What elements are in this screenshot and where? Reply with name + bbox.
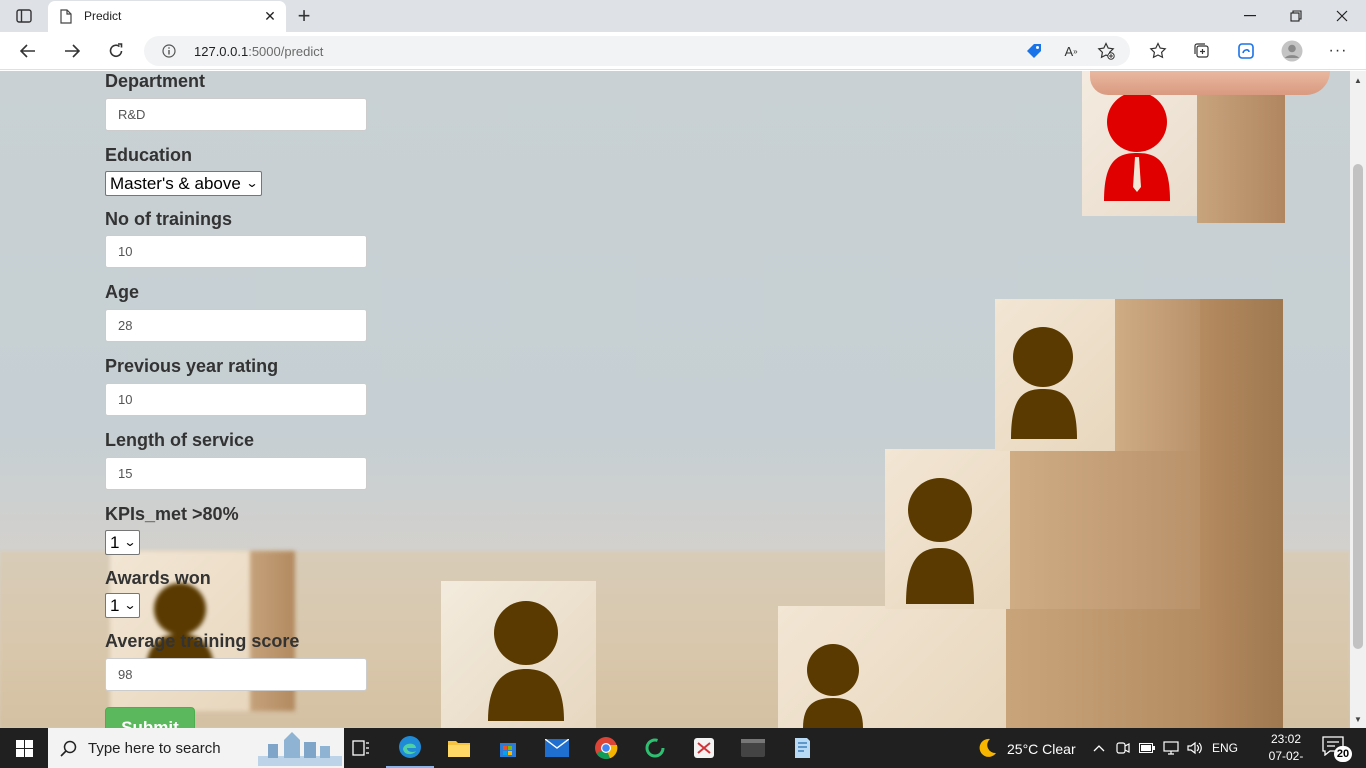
clock[interactable]: 23:02 07-02-2023	[1256, 731, 1316, 768]
address-bar[interactable]: 127.0.0.1:5000/predict A»	[144, 36, 1130, 66]
age-label: Age	[105, 282, 140, 302]
education-selected-value: Master's & above	[110, 174, 241, 193]
forward-icon[interactable]	[59, 39, 85, 63]
windows-start-icon[interactable]	[0, 728, 48, 768]
previous-year-rating-label: Previous year rating	[105, 356, 279, 376]
chevron-down-icon: ⌄	[123, 535, 138, 549]
edge-taskbar-icon[interactable]	[386, 728, 434, 768]
person-icon	[1011, 327, 1077, 439]
mail-icon[interactable]	[533, 728, 581, 768]
new-tab-icon[interactable]: +	[292, 3, 316, 28]
snipping-tool-icon[interactable]	[680, 728, 728, 768]
more-options-icon[interactable]: ···	[1326, 40, 1350, 62]
close-window-icon[interactable]	[1324, 4, 1360, 28]
chrome-icon[interactable]	[582, 728, 630, 768]
clock-time: 23:02	[1270, 732, 1302, 746]
edge-extension-icon[interactable]	[1234, 40, 1258, 62]
length-of-service-label: Length of service	[105, 430, 255, 450]
favorites-icon[interactable]	[1146, 40, 1170, 62]
search-icon	[60, 740, 77, 757]
stack-top-row	[995, 299, 1283, 451]
search-highlight-icon	[258, 732, 342, 766]
education-select[interactable]: Master's & above ⌄	[105, 171, 262, 196]
page-viewport: Department R&D Education Master's & abov…	[0, 71, 1350, 728]
search-placeholder: Type here to search	[88, 740, 221, 757]
notification-count-badge: 20	[1334, 746, 1352, 762]
person-icon	[803, 644, 863, 728]
notepad-icon[interactable]	[778, 728, 826, 768]
department-input[interactable]: R&D	[105, 98, 367, 131]
shopping-tag-icon[interactable]	[1024, 42, 1044, 60]
volume-icon[interactable]	[1186, 740, 1204, 756]
no-of-trainings-label: No of trainings	[105, 209, 232, 229]
add-favorite-icon[interactable]	[1096, 42, 1116, 60]
meet-now-icon[interactable]	[1114, 740, 1132, 756]
chevron-down-icon: ⌄	[123, 598, 138, 612]
url-host: 127.0.0.1	[194, 44, 249, 59]
microsoft-store-icon[interactable]	[484, 728, 532, 768]
battery-icon[interactable]	[1138, 740, 1156, 756]
kpis-met-label: KPIs_met >80%	[105, 504, 239, 524]
taskbar-search-box[interactable]: Type here to search	[48, 728, 344, 768]
person-icon	[488, 601, 564, 721]
back-icon[interactable]	[15, 39, 41, 63]
scrollbar-thumb[interactable]	[1353, 164, 1363, 649]
middle-cube	[441, 571, 601, 728]
length-of-service-input[interactable]: 15	[105, 457, 367, 490]
url-text: 127.0.0.1:5000/predict	[194, 44, 323, 59]
clock-date: 07-02-2023	[1268, 749, 1304, 768]
chevron-up-icon[interactable]	[1090, 740, 1108, 756]
department-label: Department	[105, 71, 206, 91]
loading-app-icon[interactable]	[631, 728, 679, 768]
avg-training-score-input[interactable]: 98	[105, 658, 367, 691]
chevron-down-icon: ⌄	[245, 176, 259, 190]
no-of-trainings-input[interactable]: 10	[105, 235, 367, 268]
minimize-icon[interactable]	[1232, 4, 1268, 28]
site-info-icon[interactable]	[162, 44, 176, 58]
page-icon	[60, 9, 72, 24]
browser-tab-bar: Predict ✕ +	[0, 0, 1366, 32]
tab-title: Predict	[84, 9, 122, 23]
page-scrollbar[interactable]: ▲ ▼	[1350, 71, 1366, 728]
awards-won-select[interactable]: 1 ⌄	[105, 593, 140, 618]
education-label: Education	[105, 145, 193, 165]
person-icon	[1104, 92, 1170, 201]
url-path: :5000/predict	[248, 44, 324, 59]
read-aloud-icon[interactable]: A»	[1061, 42, 1081, 60]
weather-text[interactable]: 25°C Clear	[1007, 741, 1076, 757]
task-view-icon[interactable]	[337, 728, 385, 768]
browser-tab-predict[interactable]: Predict ✕	[48, 1, 286, 32]
stack-middle-row	[885, 449, 1283, 609]
avg-training-score-label: Average training score	[105, 631, 300, 651]
profile-avatar-icon[interactable]	[1280, 40, 1304, 62]
network-icon[interactable]	[1162, 740, 1180, 756]
age-input[interactable]: 28	[105, 309, 367, 342]
submit-button[interactable]: Submit	[105, 707, 195, 728]
person-icon	[906, 478, 974, 604]
hand-image	[1090, 71, 1330, 95]
tab-actions-menu-icon[interactable]	[12, 7, 36, 25]
kpis-met-select[interactable]: 1 ⌄	[105, 530, 140, 555]
awards-won-label: Awards won	[105, 568, 211, 588]
kpis-met-selected-value: 1	[110, 533, 120, 552]
file-explorer-icon[interactable]	[435, 728, 483, 768]
previous-year-rating-input[interactable]: 10	[105, 383, 367, 416]
scroll-down-icon[interactable]: ▼	[1350, 712, 1366, 726]
language-indicator[interactable]: ENG	[1212, 741, 1238, 755]
restore-icon[interactable]	[1278, 4, 1314, 28]
browser-toolbar: 127.0.0.1:5000/predict A» ···	[0, 32, 1366, 70]
weather-moon-icon[interactable]	[976, 737, 998, 759]
scroll-up-icon[interactable]: ▲	[1350, 73, 1366, 87]
collections-icon[interactable]	[1190, 40, 1214, 62]
refresh-icon[interactable]	[103, 39, 129, 63]
awards-won-selected-value: 1	[110, 596, 120, 615]
terminal-icon[interactable]	[729, 728, 777, 768]
windows-taskbar: Type here to search 25°C Clear ENG 23:02…	[0, 728, 1366, 768]
stack-bottom-row	[778, 606, 1283, 728]
close-tab-icon[interactable]: ✕	[262, 8, 278, 24]
